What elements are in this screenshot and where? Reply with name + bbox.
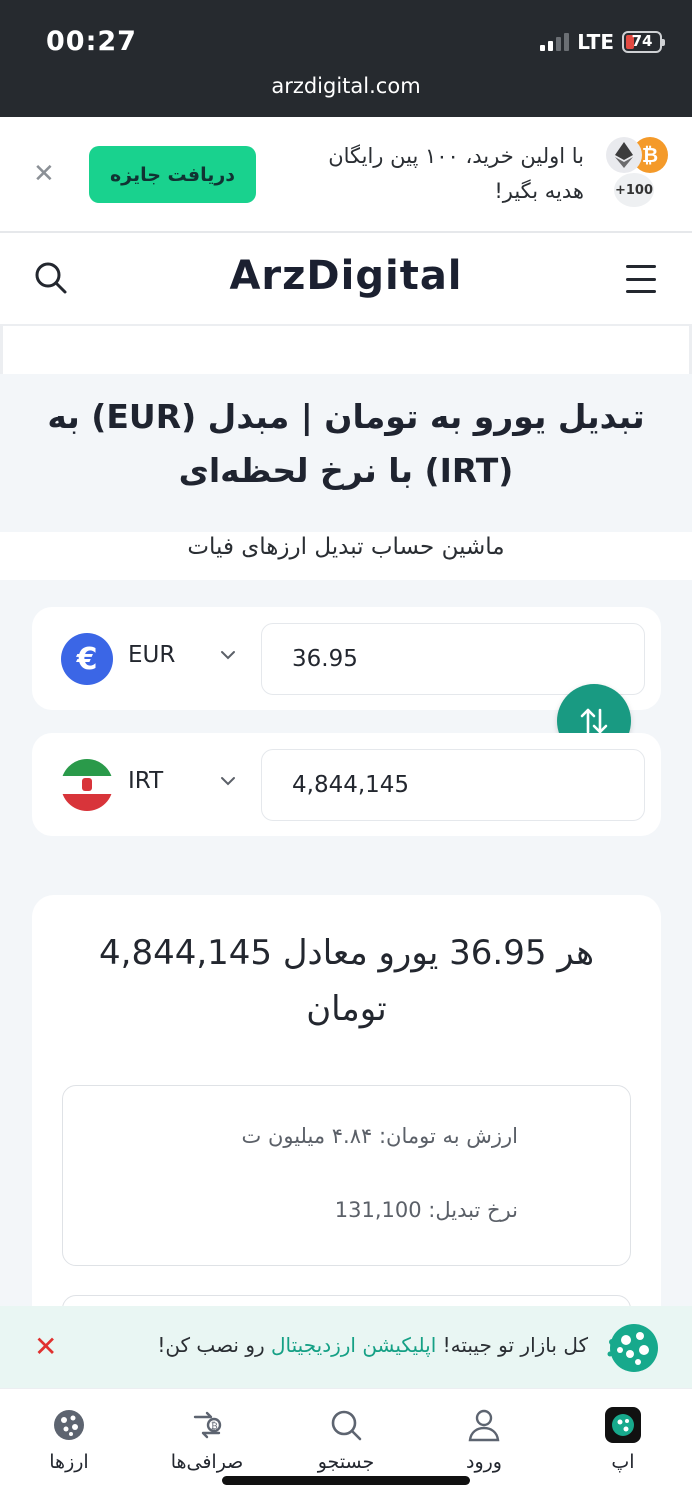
battery-icon: 74 bbox=[622, 31, 665, 53]
url-bar[interactable]: arzdigital.com bbox=[0, 74, 692, 98]
user-icon bbox=[466, 1407, 502, 1443]
result-details-next bbox=[62, 1295, 631, 1306]
iran-flag-icon bbox=[61, 759, 113, 811]
nav-item-app[interactable]: اپ bbox=[568, 1389, 678, 1500]
site-header: ArzDigital bbox=[0, 233, 692, 326]
chevron-down-icon[interactable] bbox=[220, 773, 236, 789]
status-indicators: LTE 74 bbox=[540, 30, 665, 54]
main-content: تبدیل یورو به تومان | مبدل (EUR) به (IRT… bbox=[0, 326, 692, 1306]
network-label: LTE bbox=[577, 30, 614, 54]
close-icon[interactable]: ✕ bbox=[34, 1330, 57, 1363]
close-icon[interactable]: ✕ bbox=[33, 159, 55, 189]
page-title: تبدیل یورو به تومان | مبدل (EUR) به (IRT… bbox=[47, 397, 645, 490]
site-logo[interactable]: ArzDigital bbox=[0, 253, 692, 299]
page-subtitle: ماشین حساب تبدیل ارزهای فیات bbox=[187, 534, 505, 560]
nav-label-exchanges: صرافی‌ها bbox=[170, 1451, 244, 1473]
from-currency-select[interactable]: EUR bbox=[128, 642, 175, 668]
nav-label-coins: ارزها bbox=[49, 1451, 89, 1473]
nav-label-app: اپ bbox=[611, 1451, 635, 1473]
install-app-banner[interactable]: ✕ کل بازار تو جیبته! اپلیکیشن ارزدیجیتال… bbox=[0, 1306, 692, 1388]
install-message: کل بازار تو جیبته! اپلیکیشن ارزدیجیتال ر… bbox=[157, 1333, 588, 1357]
exchange-icon: ₿ bbox=[189, 1407, 225, 1443]
svg-text:₿: ₿ bbox=[211, 1421, 218, 1432]
install-text-start: کل بازار تو جیبته! bbox=[436, 1333, 588, 1357]
value-in-toman: ارزش به تومان: ۴.۸۴ میلیون ت bbox=[241, 1124, 519, 1148]
promo-banner: ✕ دریافت جایزه با اولین خرید، ۱۰۰ پین را… bbox=[0, 117, 692, 233]
get-reward-button[interactable]: دریافت جایزه bbox=[89, 146, 256, 203]
content-spacer bbox=[0, 326, 692, 374]
home-indicator bbox=[222, 1476, 470, 1485]
search-icon bbox=[328, 1407, 364, 1443]
status-time: 00:27 bbox=[46, 26, 137, 57]
nav-label-login: ورود bbox=[466, 1451, 502, 1473]
app-icon bbox=[605, 1407, 641, 1443]
chevron-down-icon[interactable] bbox=[220, 647, 236, 663]
result-details: ارزش به تومان: ۴.۸۴ میلیون ت نرخ تبدیل: … bbox=[62, 1085, 631, 1266]
to-currency-select[interactable]: IRT bbox=[128, 768, 163, 794]
nav-item-coins[interactable]: ارزها bbox=[14, 1389, 124, 1500]
to-amount-input[interactable]: 4,844,145 bbox=[261, 749, 645, 821]
bonus-badge: +100 bbox=[614, 173, 654, 207]
arzdigital-app-icon bbox=[604, 1320, 660, 1376]
promo-coins: ₿ +100 bbox=[598, 137, 668, 217]
coins-icon bbox=[51, 1407, 87, 1443]
nav-label-search: جستجو bbox=[317, 1451, 375, 1473]
status-bar: 00:27 LTE 74 arzdigital.com bbox=[0, 0, 692, 117]
euro-icon: € bbox=[61, 633, 113, 685]
exchange-rate: نرخ تبدیل: 131,100 bbox=[334, 1198, 518, 1222]
ethereum-icon bbox=[606, 137, 642, 173]
result-card: هر 36.95 یورو معادل 4,844,145 تومان ارزش… bbox=[32, 895, 661, 1306]
result-headline: هر 36.95 یورو معادل 4,844,145 تومان bbox=[99, 933, 594, 1029]
converter-to-row: 4,844,145 IRT bbox=[32, 733, 661, 836]
battery-level: 74 bbox=[631, 32, 653, 50]
signal-icon bbox=[540, 33, 570, 51]
install-text-end: رو نصب کن! bbox=[157, 1333, 272, 1357]
hamburger-menu-icon[interactable] bbox=[626, 265, 656, 293]
promo-message: با اولین خرید، ۱۰۰ پین رایگان هدیه بگیر! bbox=[328, 144, 584, 203]
install-app-link[interactable]: اپلیکیشن ارزدیجیتال bbox=[271, 1333, 436, 1357]
